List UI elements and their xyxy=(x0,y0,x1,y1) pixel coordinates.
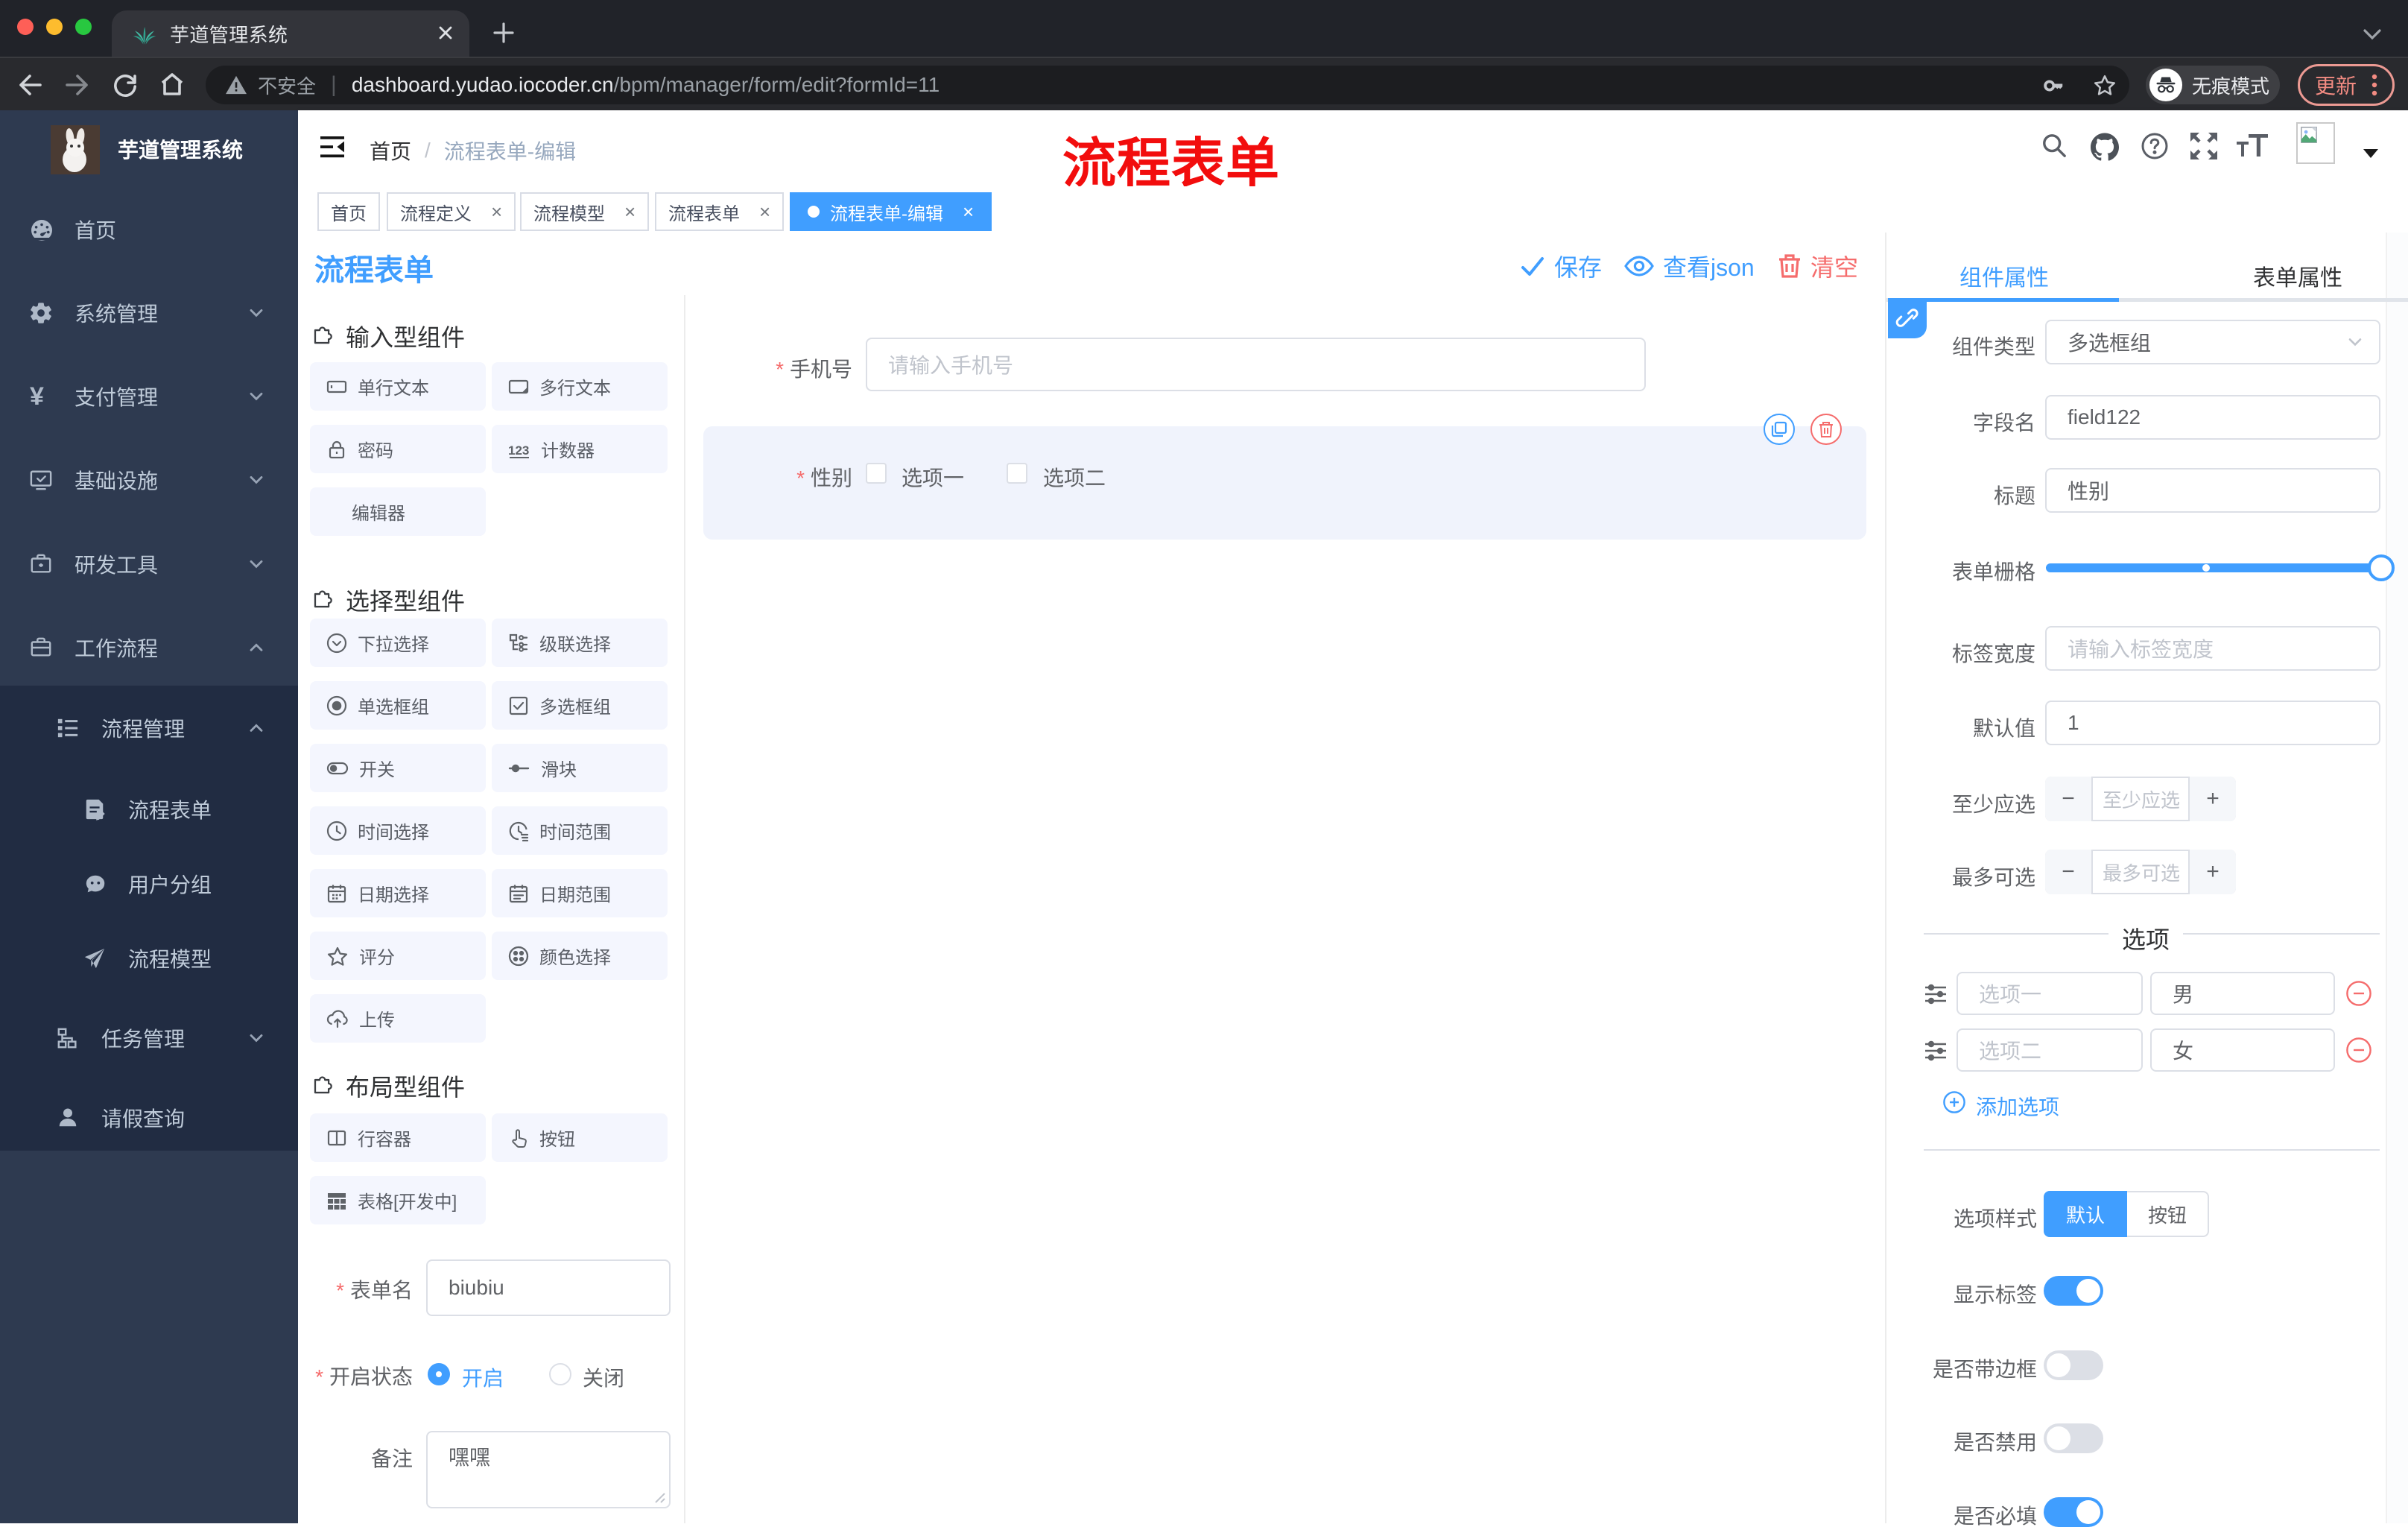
svg-text:123: 123 xyxy=(508,443,529,458)
